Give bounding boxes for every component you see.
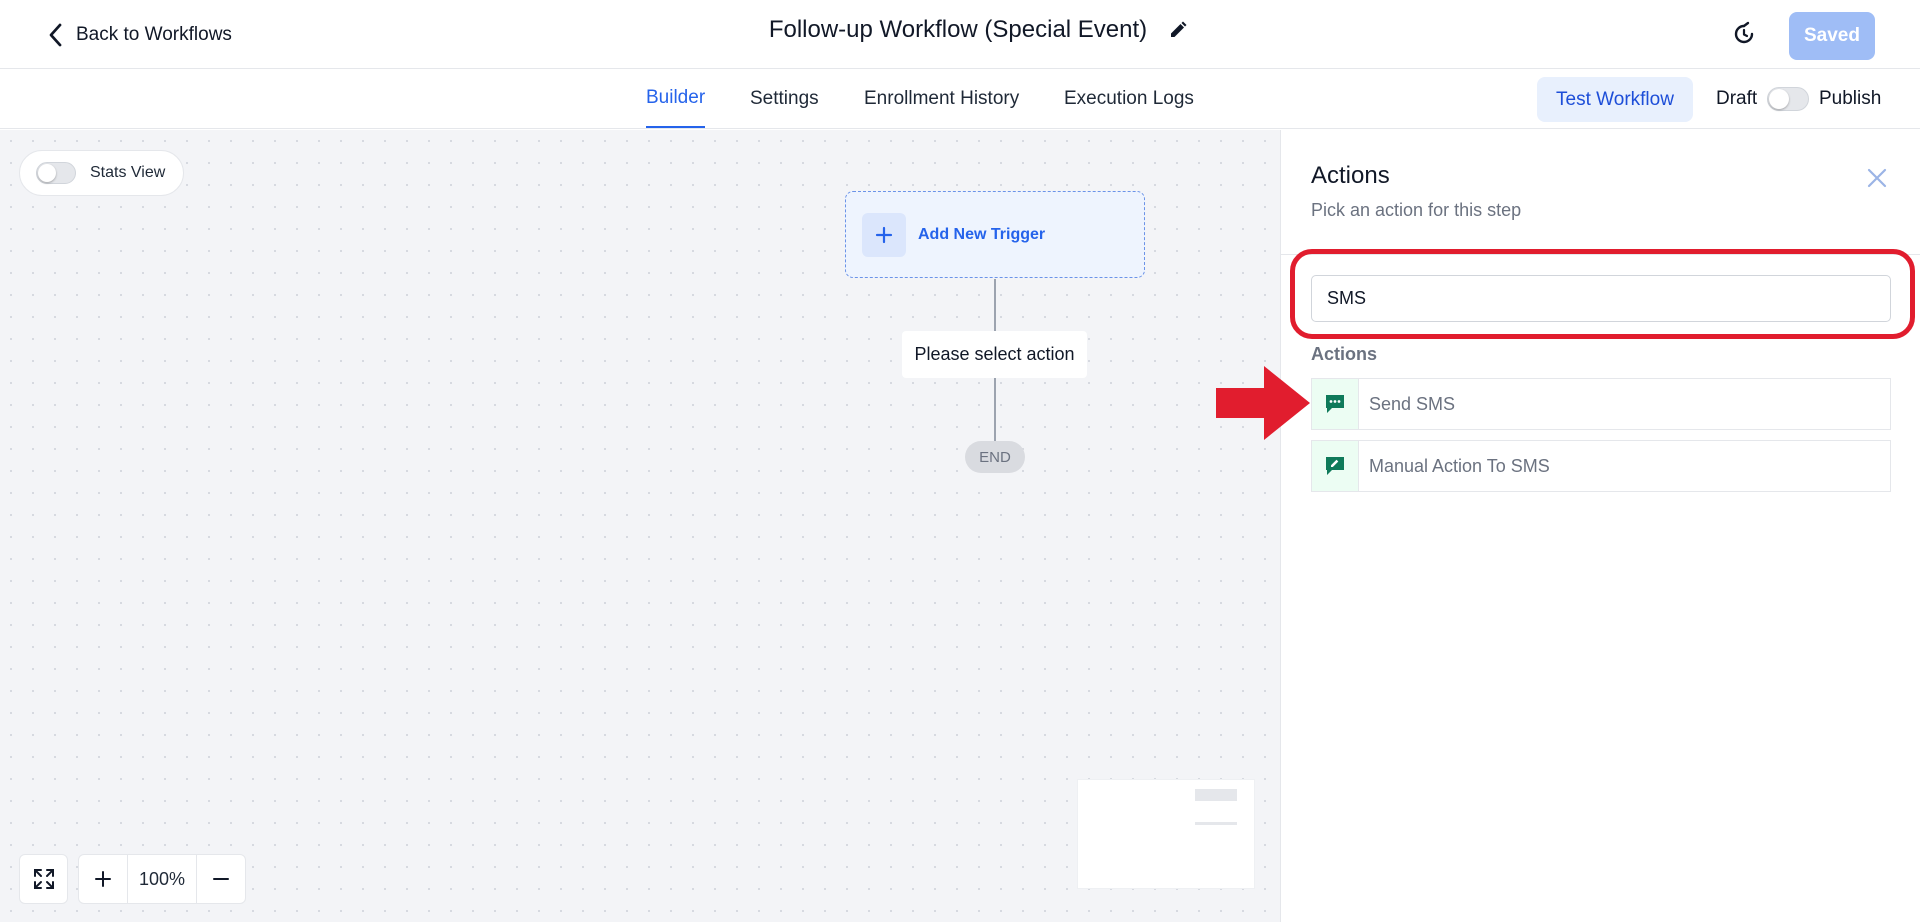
toggle-knob (38, 164, 56, 182)
workflow-canvas[interactable]: Stats View Add New Trigger Please select… (0, 130, 1280, 922)
connector-line (994, 279, 996, 331)
add-trigger-label: Add New Trigger (918, 225, 1046, 243)
stats-view-control: Stats View (19, 150, 184, 196)
expand-icon (33, 869, 54, 889)
zoom-out-button[interactable] (197, 855, 245, 903)
action-item-label: Send SMS (1369, 393, 1456, 414)
edit-title-button[interactable] (1165, 17, 1191, 43)
back-label: Back to Workflows (76, 24, 232, 45)
publish-toggle[interactable] (1767, 87, 1809, 111)
tab-builder[interactable]: Builder (646, 69, 706, 128)
end-node: END (965, 441, 1025, 473)
minimap[interactable] (1077, 779, 1255, 889)
back-to-workflows-link[interactable]: Back to Workflows (48, 20, 232, 50)
toggle-knob (1769, 89, 1789, 109)
stats-view-label: Stats View (90, 164, 166, 181)
version-history-button[interactable] (1729, 19, 1759, 49)
tabs-bar: Builder Settings Enrollment History Exec… (0, 69, 1920, 129)
publish-label: Publish (1819, 88, 1882, 109)
actions-section-label: Actions (1311, 344, 1378, 364)
minimap-node (1195, 822, 1237, 825)
minimap-node (1195, 789, 1237, 801)
saved-button[interactable]: Saved (1789, 12, 1875, 60)
action-icon-box (1312, 441, 1359, 491)
zoom-controls: 100% (19, 854, 246, 904)
action-item-label: Manual Action To SMS (1369, 455, 1550, 476)
stats-view-toggle[interactable] (36, 162, 76, 184)
draft-label: Draft (1716, 88, 1758, 109)
title-row: Follow-up Workflow (Special Event) (769, 16, 1191, 44)
panel-subtitle: Pick an action for this step (1311, 200, 1522, 220)
tab-settings[interactable]: Settings (750, 69, 819, 128)
plus-button (862, 212, 906, 257)
pencil-icon (1171, 21, 1187, 37)
select-action-node[interactable]: Please select action (902, 331, 1087, 378)
tab-enrollment-history[interactable]: Enrollment History (864, 69, 1019, 128)
manual-sms-icon (1326, 457, 1344, 475)
fit-view-button[interactable] (19, 854, 68, 904)
minus-icon (213, 878, 229, 880)
red-arrow-annotation (1216, 366, 1310, 440)
workflow-title: Follow-up Workflow (Special Event) (768, 16, 1148, 43)
close-icon (1867, 168, 1887, 188)
title-container: Follow-up Workflow (Special Event) (0, 16, 1920, 44)
plus-icon (95, 871, 111, 887)
close-panel-button[interactable] (1864, 165, 1890, 191)
history-clock-icon (1734, 21, 1754, 44)
test-workflow-button[interactable]: Test Workflow (1537, 77, 1693, 122)
panel-title: Actions (1311, 162, 1390, 189)
action-item-send-sms[interactable]: Send SMS (1311, 378, 1891, 430)
zoom-group: 100% (78, 854, 246, 904)
action-item-manual-action-to-sms[interactable]: Manual Action To SMS (1311, 440, 1891, 492)
search-highlight-annotation (1290, 249, 1915, 339)
connector-line (994, 378, 996, 441)
top-header: Back to Workflows Follow-up Workflow (Sp… (0, 0, 1920, 69)
plus-icon (875, 226, 893, 243)
tab-execution-logs[interactable]: Execution Logs (1064, 69, 1194, 128)
action-icon-box (1312, 379, 1359, 429)
sms-chat-icon (1326, 395, 1344, 413)
chevron-left-icon (49, 23, 62, 47)
zoom-level: 100% (127, 855, 197, 903)
actions-panel: Actions Pick an action for this step Act… (1280, 130, 1920, 922)
zoom-in-button[interactable] (79, 855, 127, 903)
add-new-trigger-node[interactable]: Add New Trigger (845, 191, 1145, 278)
